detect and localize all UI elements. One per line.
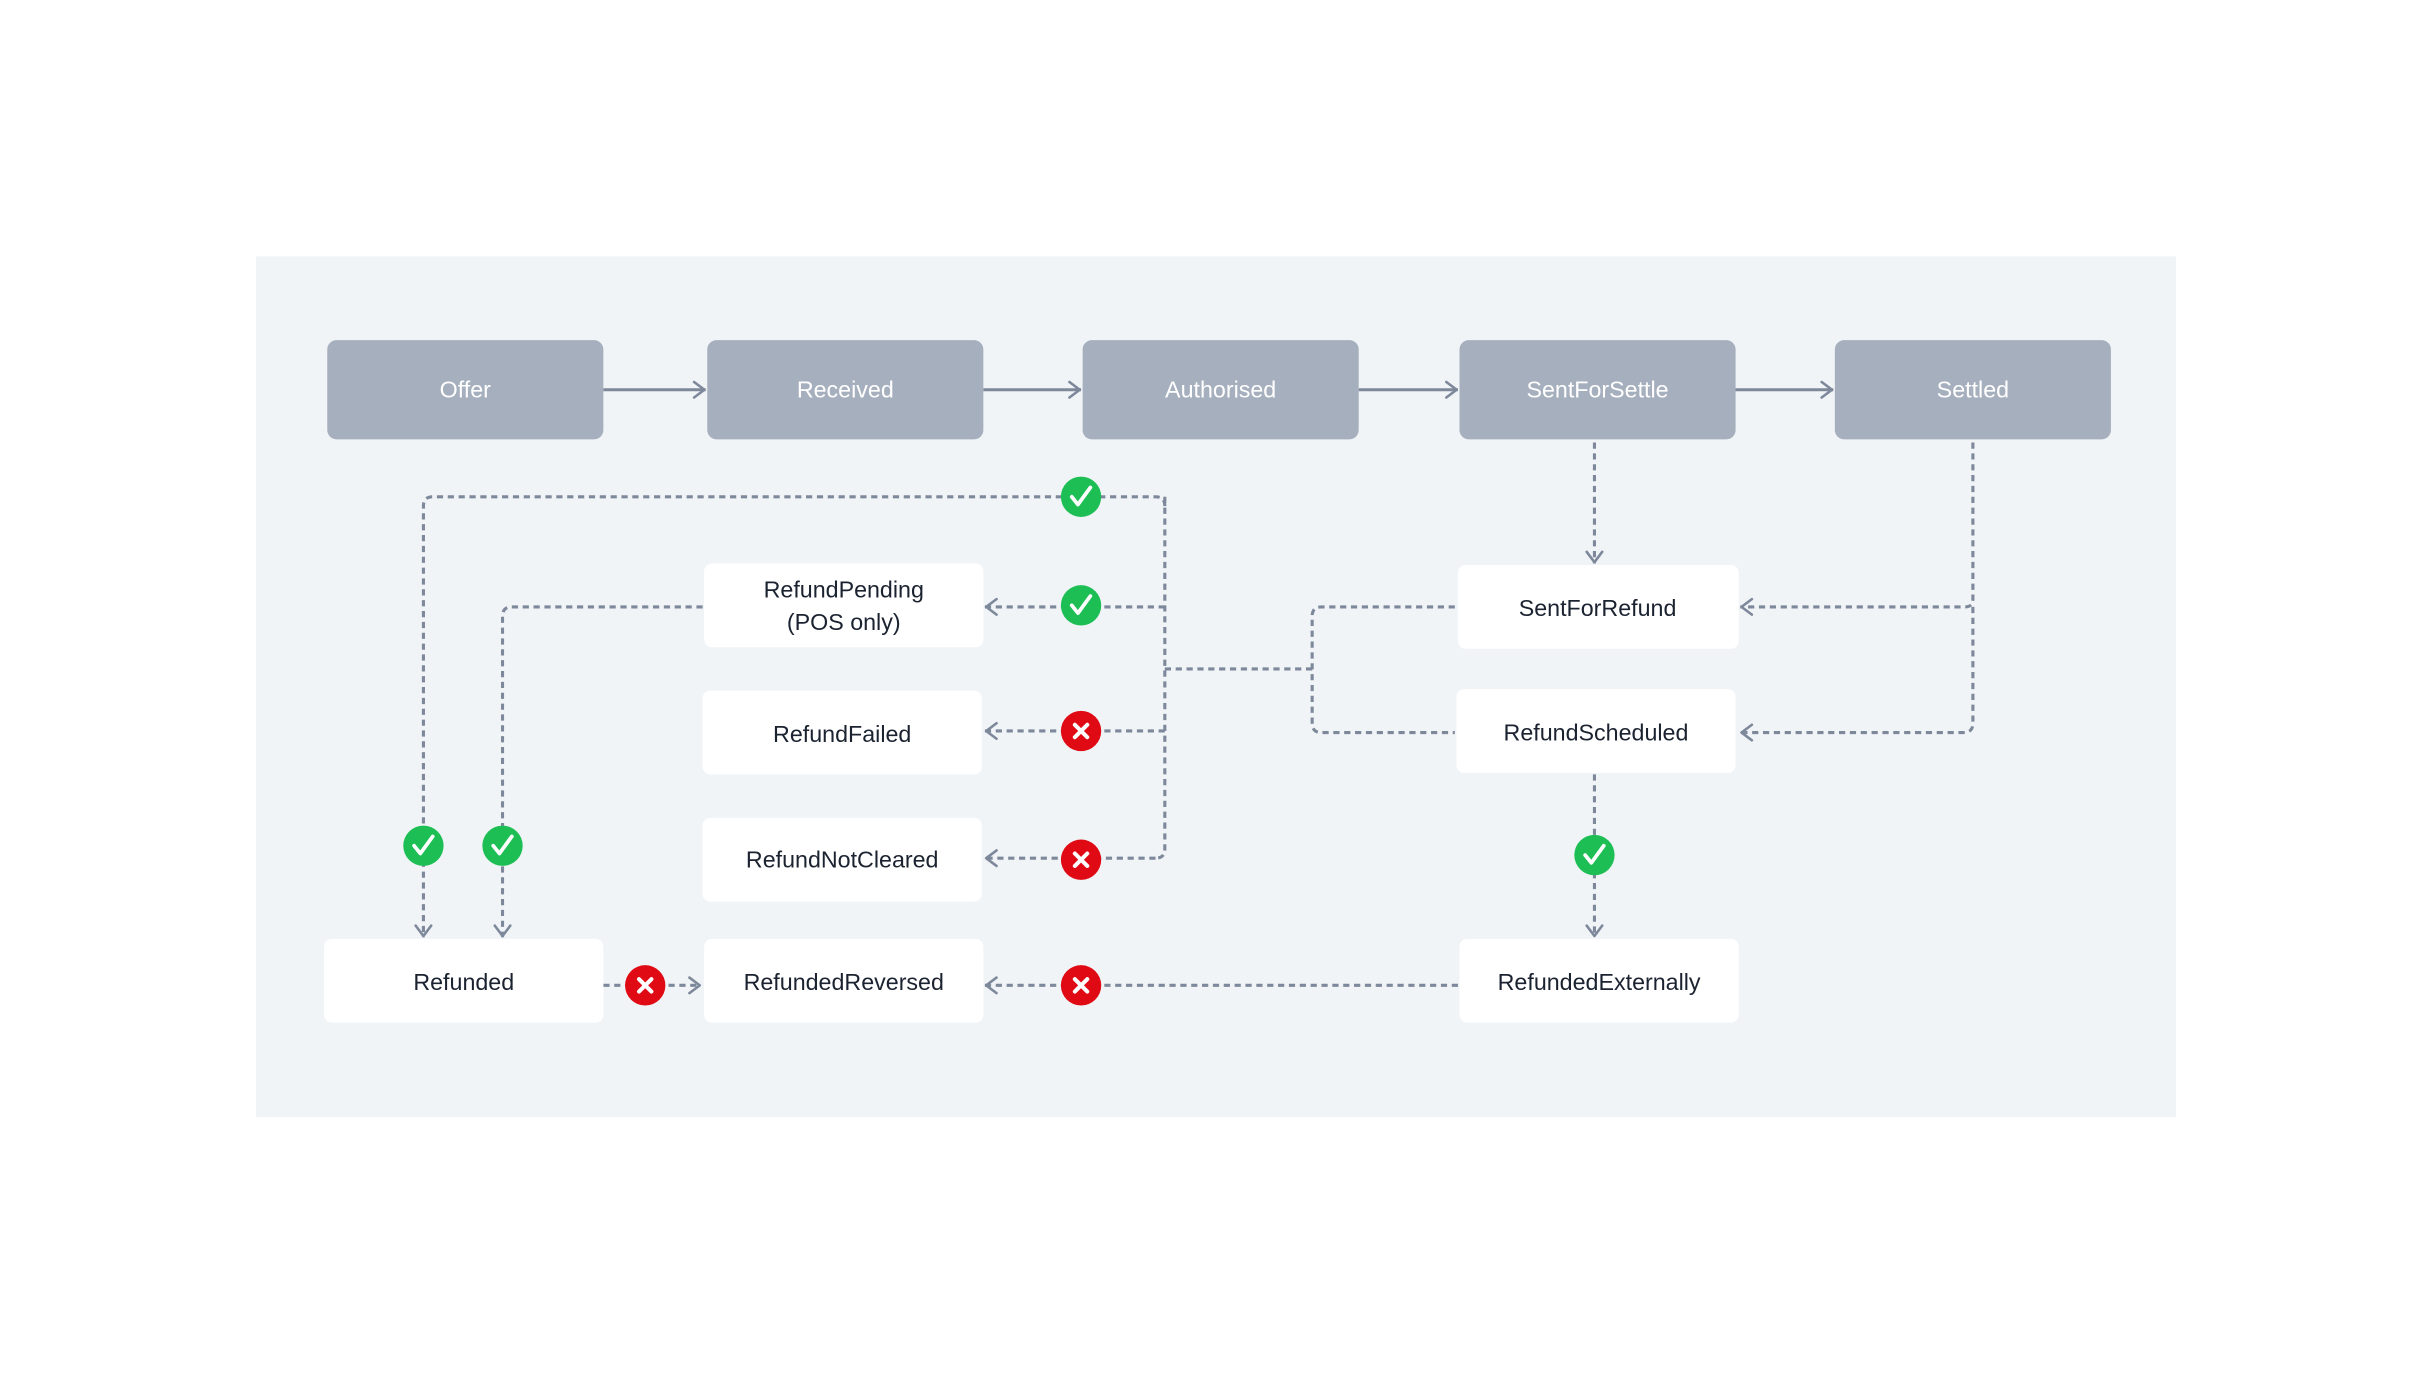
node-refundpending[interactable]: RefundPending (POS only) (704, 563, 984, 648)
node-label: RefundPending (764, 577, 924, 603)
check-icon (1060, 585, 1102, 626)
node-refundscheduled[interactable]: RefundScheduled (1456, 689, 1736, 773)
node-label: Refunded (413, 969, 514, 995)
node-label: RefundNotCleared (746, 846, 939, 872)
node-sentforrefund[interactable]: SentForRefund (1457, 565, 1739, 649)
node-label: SentForSettle (1526, 377, 1668, 403)
node-label: RefundScheduled (1504, 719, 1689, 745)
node-label: Authorised (1165, 377, 1276, 403)
node-label: SentForRefund (1519, 595, 1677, 621)
check-icon (1060, 476, 1102, 517)
diagram-canvas: Offer Received Authorised SentForSettle … (255, 256, 2177, 1118)
cross-icon (1060, 710, 1102, 752)
node-label: Received (797, 377, 894, 403)
node-settled[interactable]: Settled (1834, 340, 2111, 440)
node-sublabel: (POS only) (787, 609, 901, 635)
node-refunded[interactable]: Refunded (324, 938, 604, 1023)
node-offer[interactable]: Offer (327, 340, 604, 440)
cross-icon (625, 965, 666, 1006)
node-label: Offer (440, 377, 492, 403)
node-refundedexternally[interactable]: RefundedExternally (1459, 938, 1739, 1023)
node-label: RefundedExternally (1498, 969, 1701, 995)
node-label: RefundFailed (773, 721, 911, 747)
node-received[interactable]: Received (707, 340, 984, 440)
node-authorised[interactable]: Authorised (1082, 340, 1359, 440)
refund-state-diagram: Offer Received Authorised SentForSettle … (0, 0, 2432, 1372)
node-label: Settled (1937, 377, 2009, 403)
check-icon (403, 825, 444, 866)
cross-icon (1060, 839, 1102, 880)
node-label: RefundedReversed (744, 969, 944, 995)
cross-icon (1060, 965, 1102, 1006)
node-refundedreversed[interactable]: RefundedReversed (704, 938, 984, 1023)
node-refundfailed[interactable]: RefundFailed (702, 690, 982, 775)
check-icon (1574, 834, 1615, 876)
node-sentforsettle[interactable]: SentForSettle (1459, 340, 1736, 440)
node-refundnotcleared[interactable]: RefundNotCleared (702, 817, 982, 902)
check-icon (482, 825, 523, 866)
